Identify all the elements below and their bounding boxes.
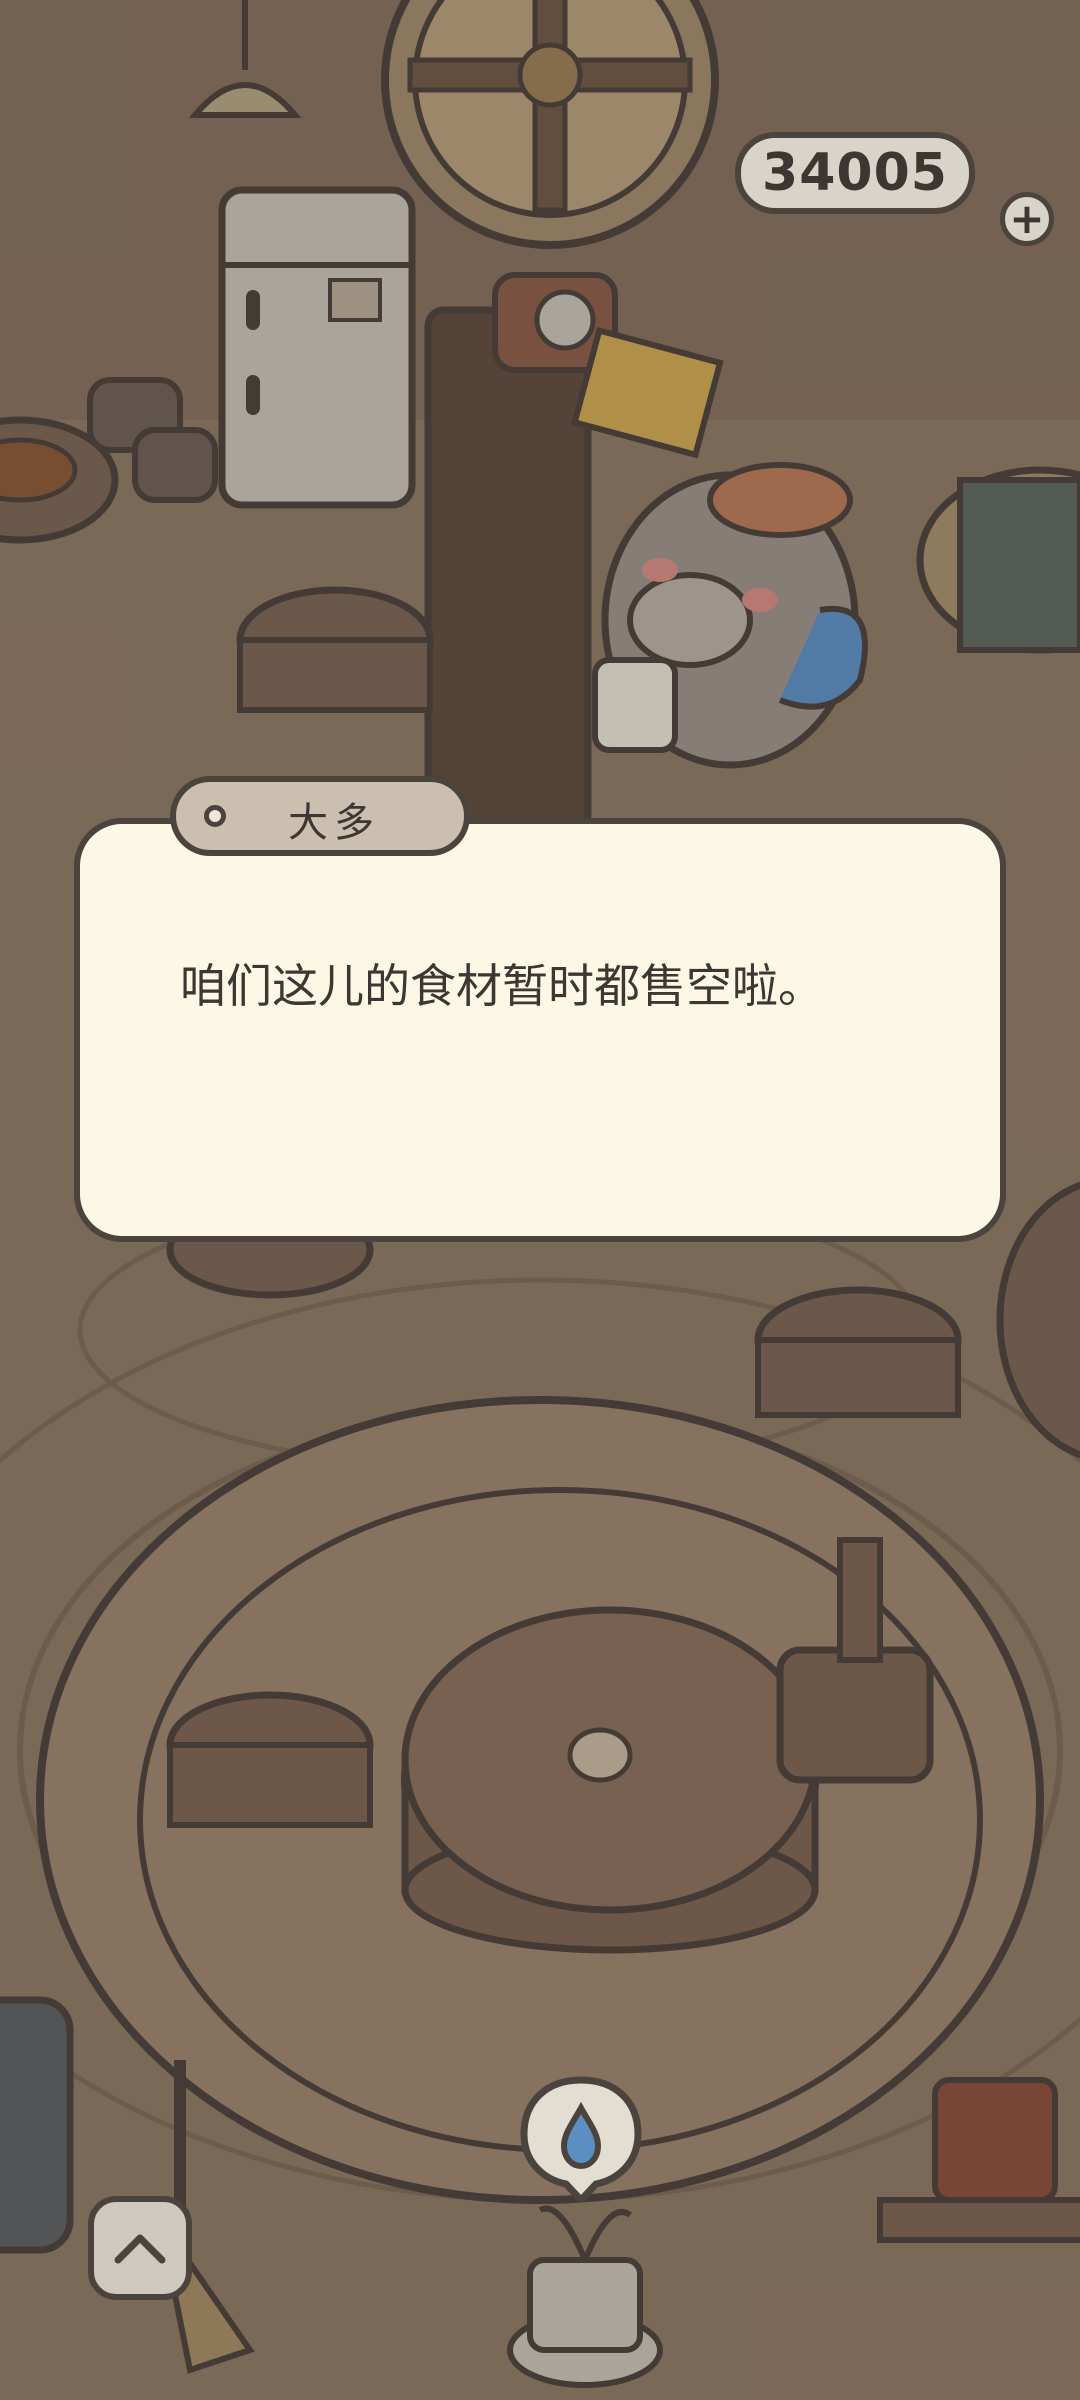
nametag-dot-icon [204, 805, 226, 827]
fridge [218, 186, 416, 509]
dialog-text: 咱们这儿的食材暂时都售空啦。 [180, 959, 824, 1013]
water-plant-bubble[interactable] [516, 2072, 646, 2202]
coin-amount: 34005 [762, 143, 948, 203]
coin-counter: 34005 [735, 132, 975, 214]
round-table [401, 1606, 819, 1954]
chevron-up-icon [114, 2234, 166, 2264]
add-currency-button[interactable]: + [1000, 192, 1054, 246]
speaker-nametag: 大多 [170, 776, 470, 856]
plus-icon: + [1009, 194, 1045, 243]
dialog-box[interactable]: 咱们这儿的食材暂时都售空啦。 [74, 818, 1006, 1242]
expand-menu-button[interactable] [88, 2196, 192, 2300]
speaker-name: 大多 [288, 800, 380, 846]
